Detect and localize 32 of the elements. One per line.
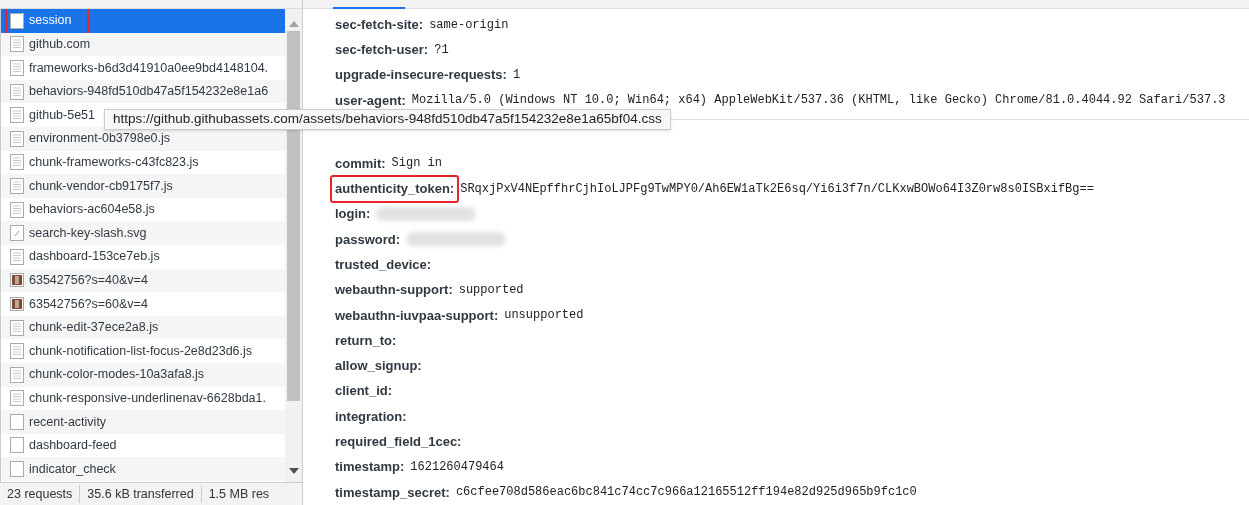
status-text: 1.5 MB res [200, 484, 277, 504]
field-name: webauthn-support: [335, 282, 453, 298]
field-name: required_field_1cec: [335, 434, 462, 449]
field-value: 1621260479464 [410, 459, 504, 477]
field-value: unsupported [504, 307, 584, 325]
field-value: same-origin [429, 16, 509, 34]
field-value: supported [458, 281, 524, 299]
field-name: password: [335, 231, 400, 247]
field-name: timestamp: [335, 459, 405, 475]
field-name: sec-fetch-user: [335, 42, 429, 58]
field-name: user-agent: [335, 92, 406, 108]
field-value: SRqxjPxV4NEpffhrCjhIoLJPFg9TwMPY0/Ah6EW1aTk2E6sq/Yi6i3f7n/CLKxwBOWo64I3Z0rw8s0ISBxifBg== [460, 180, 1094, 198]
field-name: client_id: [335, 383, 393, 399]
field-value: c6cfee708d586eac6bc841c74cc7c966a12165512ff194e82d925d965b9fc1c0 [455, 484, 917, 502]
field-name: timestamp_secret: [335, 484, 450, 500]
field-name: integration: [335, 408, 407, 424]
field-name: allow_signup: [335, 358, 422, 374]
tooltip: https://github.githubassets.com/assets/behaviors-948fd510db47a5f154232e8e1a65bf04.css [104, 109, 671, 130]
field-value: 1 [512, 67, 521, 85]
field-name: webauthn-iuvpaa-support: [335, 307, 499, 323]
status-text: 35.6 kB transferred [79, 484, 201, 504]
field-name: login: [335, 206, 371, 222]
field-name: return_to: [335, 332, 397, 348]
field-value: Mozilla/5.0 (Windows NT 10.0; Win64; x64) AppleWebKit/537.36 (KHTML, like Gecko) Chrome/81.0.4044.92 Safari/537.3 [411, 92, 1226, 110]
field-name: authenticity_token: [335, 181, 455, 197]
status-text: 23 requests [6, 485, 74, 503]
field-name: upgrade-insecure-requests: [335, 67, 507, 83]
field-value: ?1 [434, 41, 449, 59]
field-name: commit: [335, 155, 386, 171]
field-name: trusted_device: [335, 256, 432, 272]
field-name: sec-fetch-site: [335, 16, 424, 32]
field-value: Sign in [391, 155, 442, 173]
